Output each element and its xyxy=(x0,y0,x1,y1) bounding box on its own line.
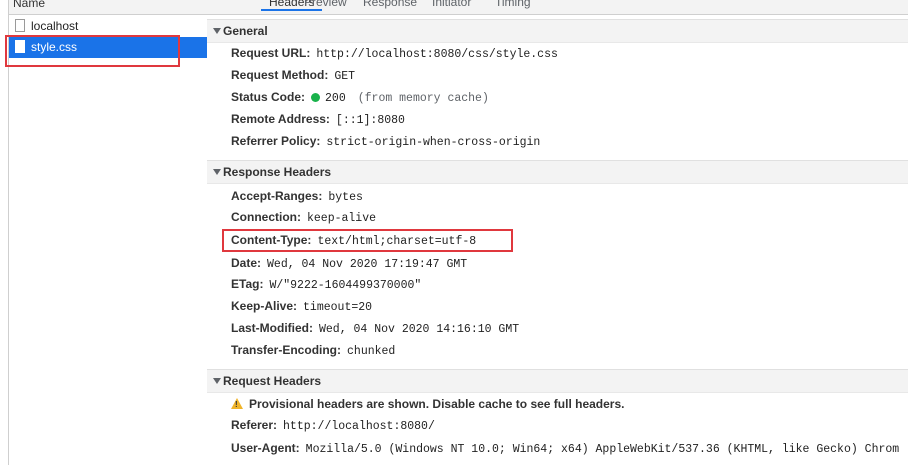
warning-text: Provisional headers are shown. Disable c… xyxy=(249,397,625,411)
section-title: Response Headers xyxy=(223,165,332,179)
header-row: Last-Modified: Wed, 04 Nov 2020 14:16:10 … xyxy=(231,321,519,341)
section-response-headers-header[interactable]: Response Headers xyxy=(207,160,908,184)
section-title: Request Headers xyxy=(223,374,322,388)
header-value: timeout=20 xyxy=(303,301,373,314)
header-value: http://localhost:8080/ xyxy=(283,420,435,433)
header-value: keep-alive xyxy=(307,212,377,225)
highlight-box-content-type xyxy=(222,229,513,252)
header-row: User-Agent: Mozilla/5.0 (Windows NT 10.0;… xyxy=(231,441,908,461)
header-row: Request URL: http://localhost:8080/css/st… xyxy=(231,46,558,66)
tab-preview[interactable]: Preview xyxy=(304,0,347,9)
left-clipped-strip xyxy=(0,0,8,465)
header-row: Status Code: 200 (from memory cache) xyxy=(231,90,489,110)
header-row: Date: Wed, 04 Nov 2020 17:19:47 GMT xyxy=(231,256,467,276)
highlight-box-style-css xyxy=(5,35,180,67)
header-key: Request Method: xyxy=(231,68,329,82)
header-row: Accept-Ranges: bytes xyxy=(231,189,363,209)
header-value: [::1]:8080 xyxy=(335,114,405,127)
header-key: ETag: xyxy=(231,277,264,291)
header-row: Request Method: GET xyxy=(231,68,355,88)
triangle-down-icon xyxy=(213,169,221,175)
request-list-panel: Name localhost style.css xyxy=(8,0,208,465)
header-row: Referrer Policy: strict-origin-when-cross… xyxy=(231,134,540,154)
header-key: Date: xyxy=(231,256,262,270)
request-name: localhost xyxy=(31,19,79,33)
header-key: Referrer Policy: xyxy=(231,134,321,148)
header-key: Keep-Alive: xyxy=(231,299,298,313)
header-value: Wed, 04 Nov 2020 14:16:10 GMT xyxy=(319,323,520,336)
name-column-label: Name xyxy=(13,0,46,10)
header-value: strict-origin-when-cross-origin xyxy=(326,136,541,149)
header-value: bytes xyxy=(328,191,363,204)
header-row: Remote Address: [::1]:8080 xyxy=(231,112,405,132)
header-value: chunked xyxy=(347,345,396,358)
file-icon xyxy=(15,19,25,32)
header-value: http://localhost:8080/css/style.css xyxy=(316,48,558,61)
warning-icon: ! xyxy=(231,398,243,409)
section-general-header[interactable]: General xyxy=(207,19,908,43)
header-key: Accept-Ranges: xyxy=(231,189,323,203)
tab-timing[interactable]: Timing xyxy=(495,0,531,9)
triangle-down-icon xyxy=(213,28,221,34)
triangle-down-icon xyxy=(213,378,221,384)
tab-response[interactable]: Response xyxy=(363,0,417,9)
header-value: Wed, 04 Nov 2020 17:19:47 GMT xyxy=(267,258,468,271)
header-value: W/"9222-1604499370000" xyxy=(269,279,422,292)
tab-initiator[interactable]: Initiator xyxy=(432,0,471,9)
header-row: Connection: keep-alive xyxy=(231,210,376,230)
status-extra: (from memory cache) xyxy=(357,92,489,105)
header-key: Remote Address: xyxy=(231,112,330,126)
section-request-headers-header[interactable]: Request Headers xyxy=(207,369,908,393)
header-value: 200 xyxy=(325,92,346,105)
header-value: GET xyxy=(334,70,356,83)
header-key: Status Code: xyxy=(231,90,306,104)
section-title: General xyxy=(223,24,268,38)
request-list-header[interactable]: Name xyxy=(9,0,207,15)
provisional-warning: ! Provisional headers are shown. Disable … xyxy=(231,397,624,417)
header-key: Referer: xyxy=(231,418,278,432)
header-row: Transfer-Encoding: chunked xyxy=(231,343,395,363)
header-row: ETag: W/"9222-1604499370000" xyxy=(231,277,421,297)
header-key: Connection: xyxy=(231,210,301,224)
header-value: Mozilla/5.0 (Windows NT 10.0; Win64; x64… xyxy=(305,443,900,456)
details-tabbar: Headers Preview Response Initiator Timin… xyxy=(207,0,908,15)
header-key: Transfer-Encoding: xyxy=(231,343,342,357)
header-row: Referer: http://localhost:8080/ xyxy=(231,418,435,438)
header-key: Last-Modified: xyxy=(231,321,313,335)
header-key: Request URL: xyxy=(231,46,311,60)
status-dot-icon xyxy=(311,93,321,102)
header-key: User-Agent: xyxy=(231,441,300,455)
header-row: Keep-Alive: timeout=20 xyxy=(231,299,372,319)
request-row-localhost[interactable]: localhost xyxy=(9,16,207,37)
